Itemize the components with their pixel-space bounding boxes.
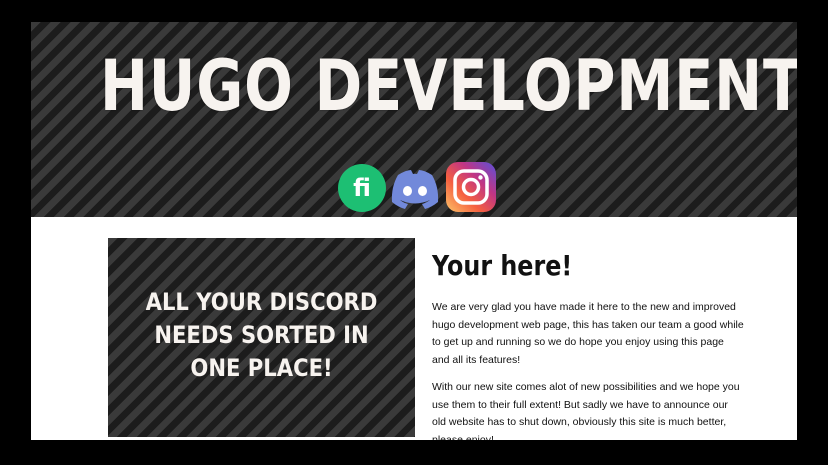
svg-text:fi: fi — [353, 174, 371, 202]
main-content: ALL YOUR DISCORD NEEDS SORTED IN ONE PLA… — [31, 217, 797, 440]
discord-icon — [391, 170, 439, 209]
instagram-icon — [446, 162, 496, 212]
discord-link[interactable] — [389, 167, 441, 211]
fiverr-link[interactable]: fi — [337, 163, 387, 213]
site-header: HUGO DEVELOPMENT fi — [31, 22, 797, 217]
instagram-link[interactable] — [445, 161, 497, 213]
welcome-heading: Your here! — [432, 249, 573, 282]
fiverr-icon: fi — [338, 164, 386, 212]
page-frame: HUGO DEVELOPMENT fi ALL YOUR DISCORD NEE… — [0, 0, 828, 465]
promo-banner: ALL YOUR DISCORD NEEDS SORTED IN ONE PLA… — [108, 238, 415, 437]
announcement-paragraph: With our new site comes alot of new poss… — [432, 381, 740, 440]
banner-text: ALL YOUR DISCORD NEEDS SORTED IN ONE PLA… — [145, 288, 378, 382]
intro-paragraph: We are very glad you have made it here t… — [432, 301, 744, 366]
social-links: fi — [337, 159, 499, 215]
site-title: HUGO DEVELOPMENT — [99, 45, 797, 127]
